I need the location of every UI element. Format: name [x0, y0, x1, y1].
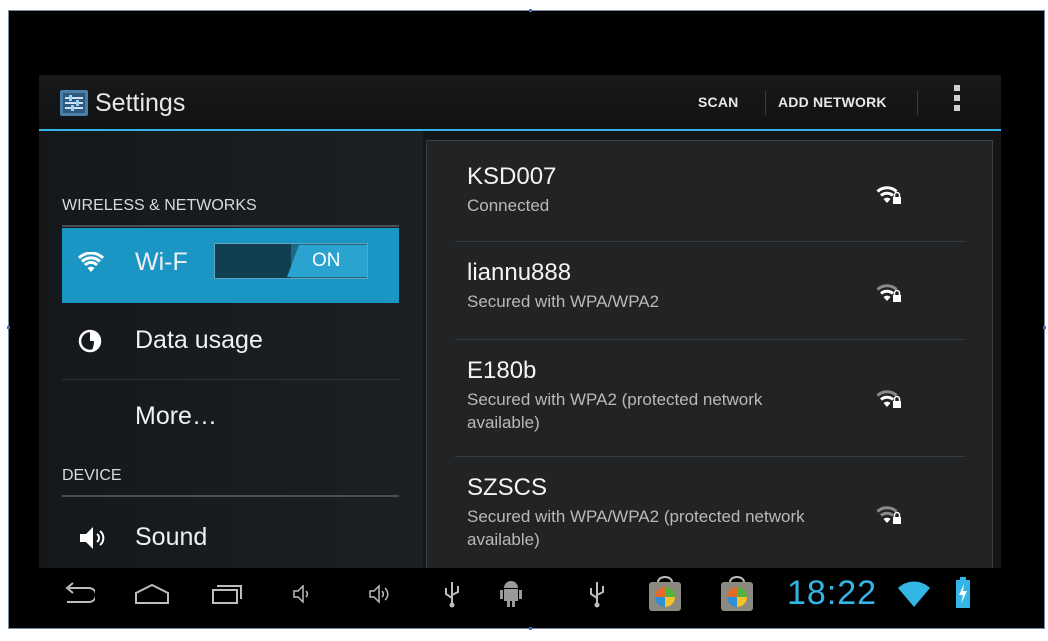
action-divider [765, 91, 766, 115]
network-status: Secured with WPA2 (protected network ava… [467, 390, 763, 432]
battery-charging-icon [956, 577, 970, 608]
wifi-network-list: KSD007 Connected liannu888 Secured with … [426, 140, 993, 568]
data-usage-icon [78, 329, 102, 353]
selection-handle [7, 326, 10, 329]
usb-icon [445, 582, 459, 608]
toggle-state-label: ON [312, 250, 341, 271]
section-header-device: DEVICE [62, 467, 399, 497]
add-network-button[interactable]: ADD NETWORK [778, 94, 887, 110]
sidebar-item-sound[interactable]: Sound [62, 511, 399, 568]
network-status: Secured with WPA/WPA2 (protected network… [467, 507, 805, 549]
back-icon[interactable] [61, 582, 95, 608]
home-icon[interactable] [134, 583, 170, 605]
recent-apps-icon[interactable] [211, 583, 243, 605]
sidebar-item-label: Wi-F [135, 248, 188, 276]
selection-handle [529, 627, 532, 630]
network-ssid: E180b [467, 357, 537, 384]
android-screen: Settings SCAN ADD NETWORK WIRELESS & NET… [39, 75, 1001, 568]
section-header-wireless: WIRELESS & NETWORKS [62, 197, 399, 227]
list-divider [455, 456, 965, 457]
network-ssid: SZSCS [467, 474, 548, 501]
sidebar-item-label: Sound [135, 523, 208, 551]
sidebar-item-more[interactable]: More… [62, 380, 399, 452]
settings-headers-pane: WIRELESS & NETWORKS Wi-F ON Data usage M… [39, 131, 423, 568]
scan-button[interactable]: SCAN [698, 94, 738, 110]
list-divider [455, 339, 965, 340]
toggle-track [215, 244, 291, 278]
wifi-locked-icon [876, 186, 901, 204]
wifi-signal-icon [898, 581, 930, 607]
status-clock[interactable]: 18:22 [787, 574, 877, 613]
settings-app-icon[interactable] [60, 90, 88, 116]
volume-down-icon[interactable] [293, 585, 313, 603]
selection-handle [1043, 326, 1046, 329]
action-bar: Settings SCAN ADD NETWORK [39, 75, 1001, 131]
app-title: Settings [95, 89, 186, 117]
usb-icon [590, 582, 604, 608]
list-divider [455, 241, 965, 242]
speaker-icon [80, 527, 105, 549]
wifi-locked-icon [876, 284, 901, 302]
wifi-toggle[interactable]: ON [214, 243, 368, 279]
sidebar-item-label: Data usage [135, 326, 263, 354]
sidebar-item-data-usage[interactable]: Data usage [62, 303, 399, 379]
sidebar-item-wifi[interactable]: Wi-F ON [62, 228, 399, 303]
wifi-icon [78, 252, 104, 272]
market-app-icon [649, 576, 681, 611]
action-divider [917, 91, 918, 115]
system-nav-bar: 18:22 [39, 568, 1001, 624]
wifi-locked-icon [876, 506, 901, 524]
market-app-icon [721, 576, 753, 611]
volume-up-icon[interactable] [369, 584, 395, 604]
android-debug-icon [500, 581, 522, 607]
sidebar-item-label: More… [135, 402, 217, 430]
wifi-locked-icon [876, 390, 901, 408]
overflow-menu-icon[interactable] [953, 85, 961, 119]
selection-handle [529, 9, 532, 12]
